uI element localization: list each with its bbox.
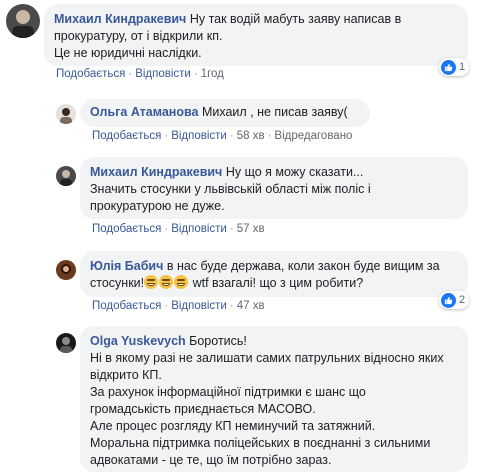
comment-actions: Подобається · Відповісти · 47 хв [92, 300, 265, 312]
comment-author[interactable]: Михаил Киндракевич [54, 12, 186, 26]
comment-actions: Подобається · Відповісти · 57 хв [92, 223, 265, 235]
edited-label[interactable]: Відредаговано [274, 130, 352, 142]
comment-bubble: Ольга Атаманова Михаил , не писав заяву( [80, 99, 370, 127]
comment-text: відкрито КП. [90, 368, 162, 382]
reaction-badge[interactable]: 1 [439, 58, 470, 76]
comment-text: wtf взагалі! що з цим робити? [192, 276, 364, 290]
avatar[interactable] [56, 166, 76, 186]
reply-link[interactable]: Відповісти [171, 130, 227, 142]
comment-author[interactable]: Olga Yuskevych [90, 334, 186, 348]
timestamp[interactable]: 57 хв [237, 223, 265, 235]
comment-author[interactable]: Ольга Атаманова [90, 105, 198, 119]
comment-actions: Подобається · Відповісти · 58 хв · Відредагова… [92, 130, 353, 142]
comment-author[interactable]: Юлія Бабич [90, 259, 163, 273]
comment-author[interactable]: Михаил Киндракевич [90, 165, 222, 179]
avatar[interactable] [56, 260, 76, 280]
timestamp[interactable]: 1год [201, 68, 224, 80]
like-icon [441, 59, 456, 75]
reaction-count: 1 [459, 61, 466, 73]
comment-bubble: Юлія Бабич в нас буде держава, коли зако… [80, 251, 468, 297]
avatar[interactable] [56, 104, 76, 124]
avatar[interactable] [56, 333, 76, 353]
comment-text: Ну що я можу сказати... [225, 165, 364, 179]
comment-text: прокуратуру, от і відкрили кп. [54, 29, 223, 43]
reaction-count: 2 [459, 294, 466, 306]
comment-text: Значить стосунки у львівській області мі… [90, 182, 371, 196]
timestamp[interactable]: 58 хв [237, 130, 265, 142]
comment-text: Але процес розгляду КП неминучий та затя… [90, 419, 376, 433]
comment-text: прокуратурою не дуже. [90, 199, 225, 213]
like-link[interactable]: Подобається [92, 300, 161, 312]
grinning-face-emoji [174, 275, 189, 289]
comment-text: стосунки! [90, 276, 145, 290]
reply-link[interactable]: Відповісти [135, 68, 191, 80]
comment-text: Ні в якому разі не залишати самих патрул… [90, 351, 444, 365]
comment-text: адвокатами - це те, що їм потрібно зараз… [90, 453, 332, 467]
comment-text: Михаил , не писав заяву( [201, 105, 348, 119]
like-icon [441, 292, 456, 308]
reply-link[interactable]: Відповісти [171, 300, 227, 312]
like-link[interactable]: Подобається [56, 68, 125, 80]
comment-text: Це не юридичні наслідки. [54, 46, 202, 60]
reply-link[interactable]: Відповісти [171, 223, 227, 235]
grinning-face-emoji [144, 275, 159, 289]
comment-text: За рахунок інформаційної підтримки є шан… [90, 385, 366, 399]
comment-actions: Подобається · Відповісти · 1год [56, 68, 224, 80]
comment-bubble: Михаил Киндракевич Ну так водій мабуть з… [44, 4, 468, 66]
comment-text: Ну так водій мабуть заяву написав в [189, 12, 402, 26]
comment-text: громадськість приєднається МАСОВО. [90, 402, 316, 416]
grinning-face-emoji [159, 275, 174, 289]
avatar[interactable] [6, 4, 40, 38]
comment-bubble: Olga Yuskevych Боротись! Ні в якому разі… [80, 326, 468, 472]
comment-text: Боротись! [189, 334, 247, 348]
timestamp[interactable]: 47 хв [237, 300, 265, 312]
like-link[interactable]: Подобається [92, 130, 161, 142]
reaction-badge[interactable]: 2 [439, 291, 470, 309]
comment-text: Моральна підтримка поліцейських в поєдна… [90, 436, 431, 450]
comment-text: в нас буде держава, коли закон буде вищи… [166, 259, 440, 273]
comment-bubble: Михаил Киндракевич Ну що я можу сказати.… [80, 157, 468, 219]
like-link[interactable]: Подобається [92, 223, 161, 235]
